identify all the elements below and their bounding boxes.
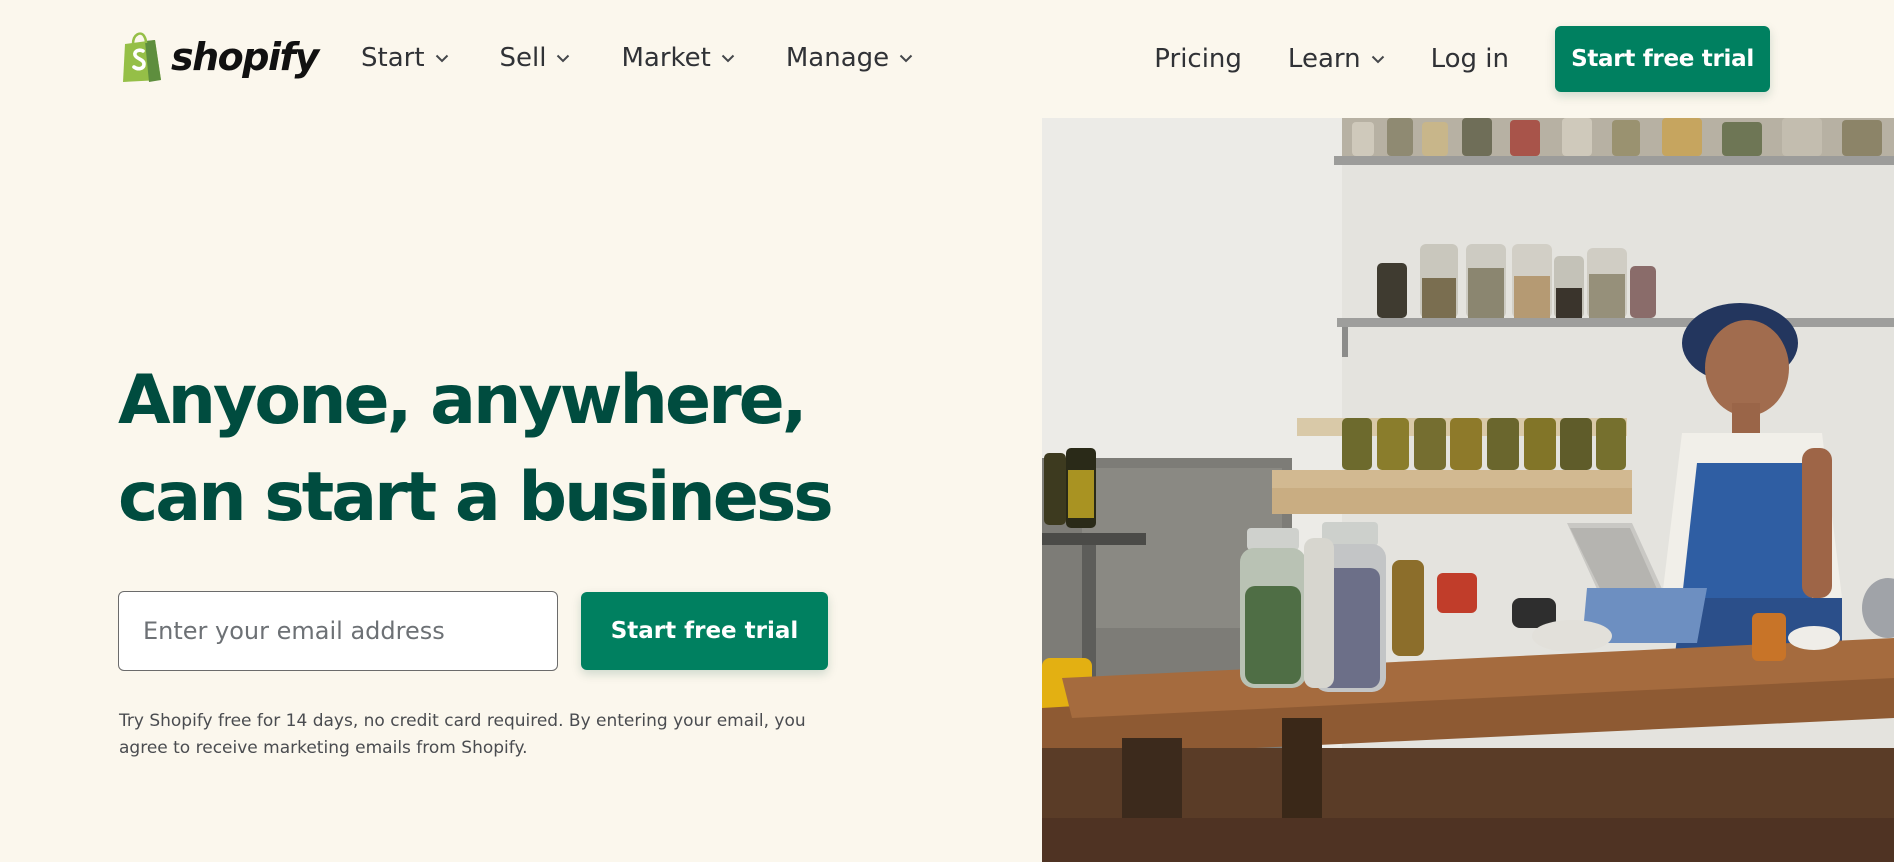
nav-pricing-label: Pricing bbox=[1154, 44, 1242, 74]
nav-login-label: Log in bbox=[1430, 44, 1509, 74]
chevron-down-icon bbox=[435, 54, 448, 62]
shopify-logo[interactable]: shopify bbox=[119, 30, 319, 84]
nav-sell[interactable]: Sell bbox=[500, 43, 571, 73]
nav-learn-label: Learn bbox=[1287, 44, 1361, 74]
shopping-bag-logo-icon bbox=[123, 32, 161, 82]
secondary-nav: Pricing Learn Log in Start free trial bbox=[1154, 26, 1770, 92]
email-input[interactable] bbox=[118, 591, 558, 671]
nav-sell-label: Sell bbox=[499, 43, 547, 73]
nav-start-label: Start bbox=[361, 43, 425, 73]
hero-start-trial-button[interactable]: Start free trial bbox=[581, 592, 828, 670]
nav-market[interactable]: Market bbox=[621, 43, 735, 73]
nav-login[interactable]: Log in bbox=[1431, 44, 1509, 74]
hero-photo bbox=[1042, 118, 1894, 862]
hero-title-line-1: Anyone, anywhere, bbox=[118, 361, 808, 440]
nav-market-label: Market bbox=[621, 43, 711, 73]
trial-disclaimer: Try Shopify free for 14 days, no credit … bbox=[119, 711, 806, 758]
nav-pricing[interactable]: Pricing bbox=[1154, 44, 1242, 74]
site-header: shopify Start Sell Market Manage Pricing… bbox=[0, 0, 1894, 118]
nav-learn[interactable]: Learn bbox=[1288, 44, 1385, 74]
chevron-down-icon bbox=[899, 54, 913, 62]
signup-form: Start free trial bbox=[118, 591, 828, 671]
nav-manage-label: Manage bbox=[785, 43, 890, 73]
chevron-down-icon bbox=[1371, 55, 1384, 63]
brand-wordmark: shopify bbox=[171, 35, 319, 79]
header-start-trial-button[interactable]: Start free trial bbox=[1555, 26, 1770, 92]
hero-title: Anyone, anywhere, can start a business bbox=[118, 352, 838, 546]
hero-title-line-2: can start a business bbox=[118, 458, 834, 537]
primary-nav: Start Sell Market Manage bbox=[361, 38, 964, 78]
chevron-down-icon bbox=[721, 54, 735, 62]
chevron-down-icon bbox=[557, 54, 570, 62]
hero-photo-illustration bbox=[1042, 118, 1894, 862]
nav-start[interactable]: Start bbox=[361, 43, 449, 73]
top-shelf bbox=[1334, 118, 1894, 165]
nav-manage[interactable]: Manage bbox=[786, 43, 913, 73]
